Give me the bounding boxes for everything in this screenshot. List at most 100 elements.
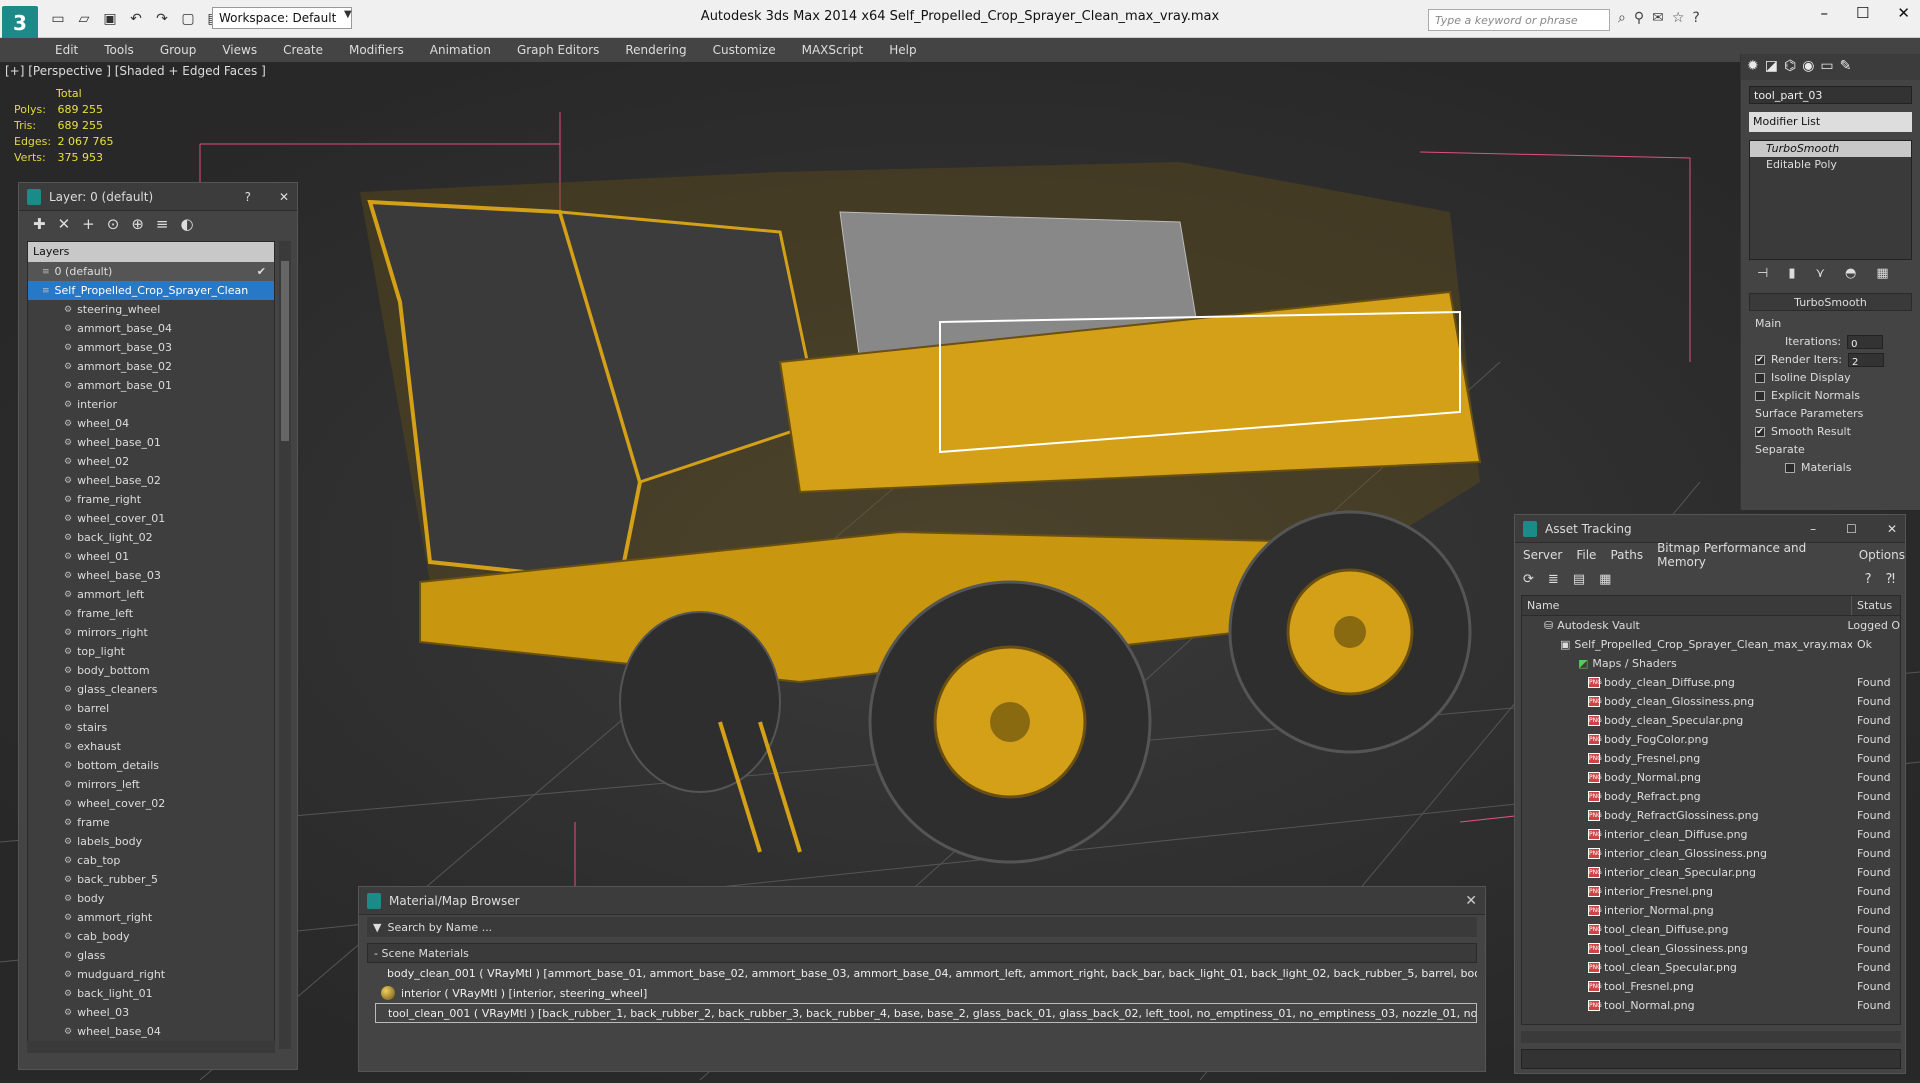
materials-checkbox[interactable] [1785,463,1795,473]
modify-tab-icon[interactable]: ◪ [1765,58,1778,76]
save-icon[interactable]: ▣ [100,9,120,29]
layer-object-item[interactable]: ⚙ wheel_base_01 [28,433,274,452]
stack-item-turbosmooth[interactable]: TurboSmooth [1750,141,1911,157]
material-row[interactable]: interior ( VRayMtl ) [interior, steering… [375,983,1477,1003]
create-tab-icon[interactable]: ✹ [1747,58,1759,76]
material-row[interactable]: tool_clean_001 ( VRayMtl ) [back_rubber_… [375,1003,1477,1023]
open-icon[interactable]: ▱ [74,9,94,29]
table-row[interactable]: PNG body_clean_Specular.png Found [1522,711,1900,730]
help-context-icon[interactable]: ⁈ [1885,572,1905,587]
menu-item[interactable]: Tools [104,43,134,57]
asset-menu-item[interactable]: Server [1523,548,1562,562]
layer-object-item[interactable]: ⚙ glass [28,946,274,965]
chevron-down-icon[interactable]: ▼ [344,9,352,20]
asset-menu-item[interactable]: Bitmap Performance and Memory [1657,541,1845,569]
layer-object-item[interactable]: ⚙ wheel_base_02 [28,471,274,490]
layer-object-item[interactable]: ⚙ barrel [28,699,274,718]
minimize-icon[interactable]: – [1820,4,1828,22]
table-row[interactable]: ⛁ Autodesk Vault Logged O [1522,616,1900,635]
layer-object-item[interactable]: ⚙ wheel_cover_01 [28,509,274,528]
layer-object-item[interactable]: ⚙ back_light_02 [28,528,274,547]
table-row[interactable]: PNG body_RefractGlossiness.png Found [1522,806,1900,825]
table-row[interactable]: PNG tool_Normal.png Found [1522,996,1900,1015]
menu-item[interactable]: Group [160,43,197,57]
menu-item[interactable]: Rendering [625,43,686,57]
display-tab-icon[interactable]: ▭ [1820,58,1833,76]
layer-object-item[interactable]: ⚙ wheel_cover_02 [28,794,274,813]
table-row[interactable]: PNG tool_clean_Glossiness.png Found [1522,939,1900,958]
layer-object-item[interactable]: ⚙ body [28,889,274,908]
layer-object-item[interactable]: ⚙ steering_wheel [28,300,274,319]
binoculars-icon[interactable]: ⌕ [1618,10,1626,26]
material-row[interactable]: body_clean_001 ( VRayMtl ) [ammort_base_… [375,963,1477,983]
search-input[interactable]: Type a keyword or phrase [1428,9,1610,31]
layer-object-item[interactable]: ⚙ mirrors_right [28,623,274,642]
app-logo-icon[interactable]: 3 [2,6,38,40]
object-name-field[interactable]: tool_part_03 [1749,86,1912,104]
communication-icon[interactable]: ✉ [1652,10,1664,26]
layer-object-item[interactable]: ⚙ bottom_details [28,756,274,775]
layer-object-item[interactable]: ⚙ wheel_01 [28,547,274,566]
layer-object-item[interactable]: ⚙ cab_top [28,851,274,870]
menu-item[interactable]: Animation [430,43,491,57]
menu-item[interactable]: Customize [713,43,776,57]
workspace-select[interactable]: Workspace: Default [212,7,352,29]
layer-object-item[interactable]: ⚙ back_rubber_5 [28,870,274,889]
render-iters-checkbox[interactable]: ✔ [1755,355,1765,365]
table-row[interactable]: ◩ Maps / Shaders [1522,654,1900,673]
layer-default[interactable]: ≡ 0 (default) ✔ [28,262,274,281]
table-row[interactable]: PNG interior_clean_Diffuse.png Found [1522,825,1900,844]
layer-object-item[interactable]: ⚙ ammort_right [28,908,274,927]
layer-object-item[interactable]: ⚙ wheel_02 [28,452,274,471]
layer-object-item[interactable]: ⚙ wheel_03 [28,1003,274,1022]
table-row[interactable]: PNG body_clean_Glossiness.png Found [1522,692,1900,711]
layer-object-item[interactable]: ⚙ mudguard_right [28,965,274,984]
layer-sprayer[interactable]: ≡ Self_Propelled_Crop_Sprayer_Clean [28,281,274,300]
subscription-icon[interactable]: ⚲ [1634,10,1644,26]
layer-object-item[interactable]: ⚙ labels_body [28,832,274,851]
refresh-icon[interactable]: ⟳ [1523,572,1534,587]
smooth-result-checkbox[interactable]: ✔ [1755,427,1765,437]
layer-object-item[interactable]: ⚙ stairs [28,718,274,737]
layer-object-item[interactable]: ⚙ wheel_04 [28,414,274,433]
add-to-layer-icon[interactable]: + [82,215,95,233]
layer-object-item[interactable]: ⚙ glass_cleaners [28,680,274,699]
table-row[interactable]: PNG interior_Fresnel.png Found [1522,882,1900,901]
menu-item[interactable]: Modifiers [349,43,404,57]
help-icon[interactable]: ? [245,190,251,204]
undo-icon[interactable]: ↶ [126,9,146,29]
table-row[interactable]: PNG tool_clean_Diffuse.png Found [1522,920,1900,939]
scene-materials-group[interactable]: - Scene Materials [367,943,1477,963]
check-icon[interactable]: ✔ [257,265,274,278]
make-unique-icon[interactable]: ⋎ [1815,266,1825,281]
stack-item-editable-poly[interactable]: Editable Poly [1750,157,1911,173]
table-row[interactable]: PNG body_Refract.png Found [1522,787,1900,806]
viewport-label[interactable]: [+] [Perspective ] [Shaded + Edged Faces… [5,64,266,78]
table-row[interactable]: PNG tool_Fresnel.png Found [1522,977,1900,996]
hierarchy-tab-icon[interactable]: ⌬ [1784,58,1796,76]
layer-object-item[interactable]: ⚙ mirrors_left [28,775,274,794]
remove-modifier-icon[interactable]: ◓ [1845,266,1856,281]
list-view-icon[interactable]: ≣ [1548,572,1559,587]
pin-stack-icon[interactable]: ⊣ [1757,266,1768,281]
layer-object-item[interactable]: ⚙ ammort_base_02 [28,357,274,376]
layer-object-item[interactable]: ⚙ interior [28,395,274,414]
status-column-header[interactable]: Status [1852,596,1897,615]
horizontal-scrollbar[interactable] [1521,1031,1901,1043]
favorites-icon[interactable]: ☆ [1672,10,1685,26]
select-layer-icon[interactable]: ⊕ [131,215,144,233]
table-row[interactable]: PNG interior_Normal.png Found [1522,901,1900,920]
maximize-icon[interactable]: ☐ [1846,522,1857,536]
layer-object-item[interactable]: ⚙ cab_body [28,927,274,946]
menu-item[interactable]: Views [222,43,257,57]
maximize-icon[interactable]: ☐ [1856,4,1869,22]
table-row[interactable]: PNG tool_clean_Specular.png Found [1522,958,1900,977]
table-row[interactable]: PNG body_Normal.png Found [1522,768,1900,787]
minimize-icon[interactable]: – [1810,522,1816,536]
render-iters-spinner[interactable]: 2 [1847,353,1884,368]
layer-object-item[interactable]: ⚙ ammort_base_03 [28,338,274,357]
path-field[interactable] [1521,1049,1901,1069]
menu-item[interactable]: Graph Editors [517,43,599,57]
layer-object-item[interactable]: ⚙ frame_right [28,490,274,509]
iterations-spinner[interactable]: 0 [1847,335,1884,350]
